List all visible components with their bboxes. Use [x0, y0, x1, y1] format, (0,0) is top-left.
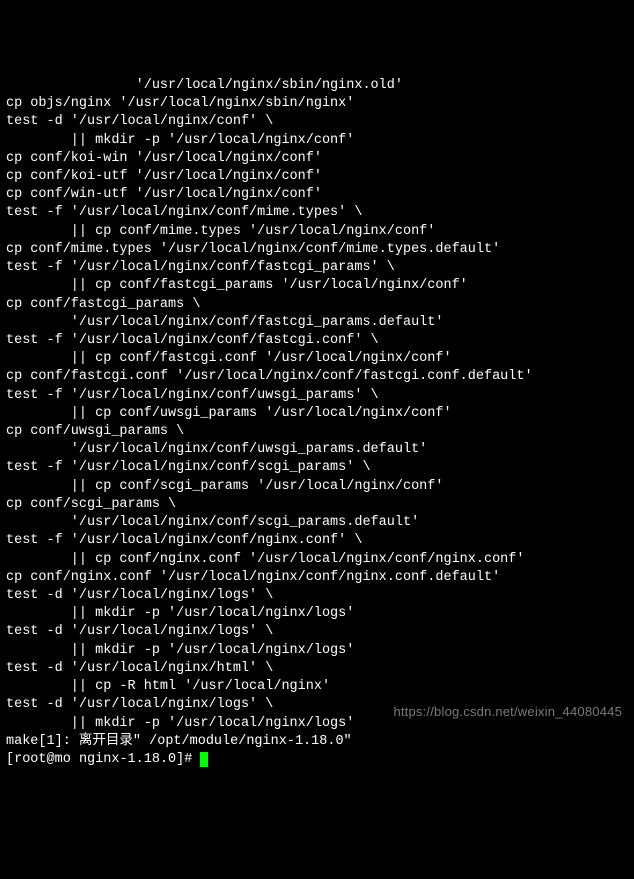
- prompt-open-bracket: [: [6, 752, 14, 767]
- watermark: https://blog.csdn.net/weixin_44080445: [393, 703, 622, 721]
- prompt-cwd: nginx-1.18.0: [79, 752, 176, 767]
- prompt-close-bracket: ]: [176, 752, 184, 767]
- cursor[interactable]: [200, 752, 208, 767]
- prompt-user-host: root@mo: [14, 752, 71, 767]
- prompt-symbol: #: [184, 752, 192, 767]
- prompt-line[interactable]: [root@mo nginx-1.18.0]#: [6, 752, 208, 767]
- prompt-space: [71, 752, 79, 767]
- prompt-space-after: [192, 752, 200, 767]
- terminal-output: '/usr/local/nginx/sbin/nginx.old' cp obj…: [6, 77, 628, 751]
